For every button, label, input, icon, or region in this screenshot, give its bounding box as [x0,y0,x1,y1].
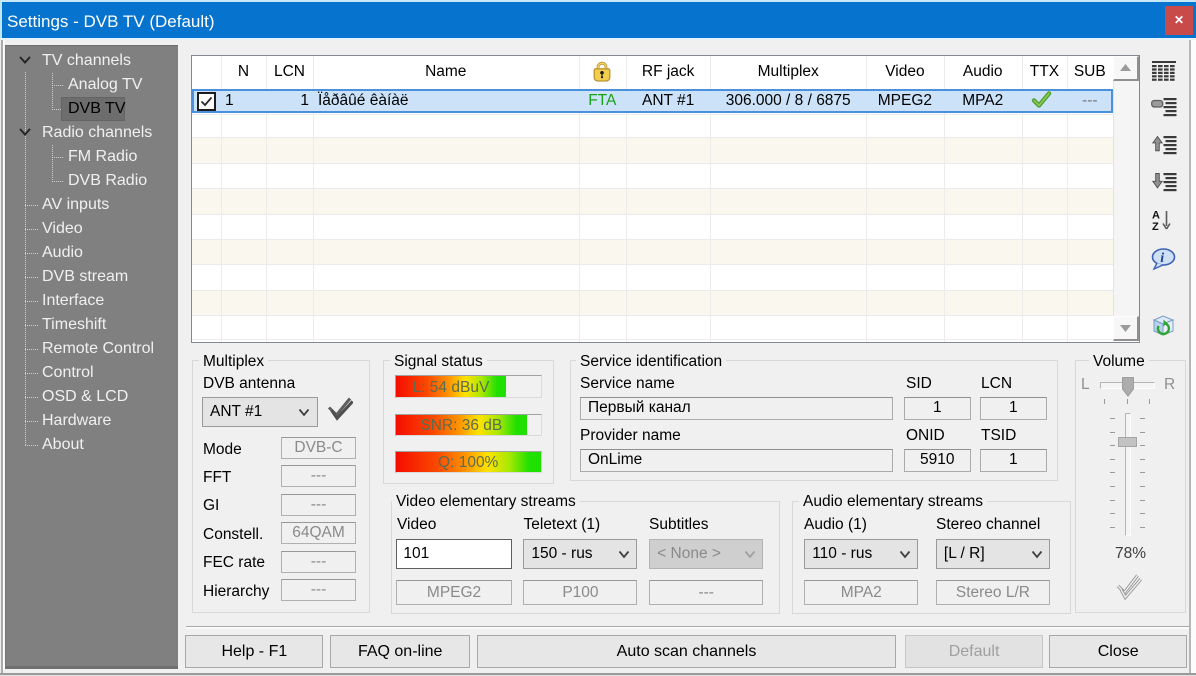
svg-text:A: A [1152,210,1160,222]
svg-text:Z: Z [1152,221,1159,233]
svg-text:i: i [1160,251,1164,266]
